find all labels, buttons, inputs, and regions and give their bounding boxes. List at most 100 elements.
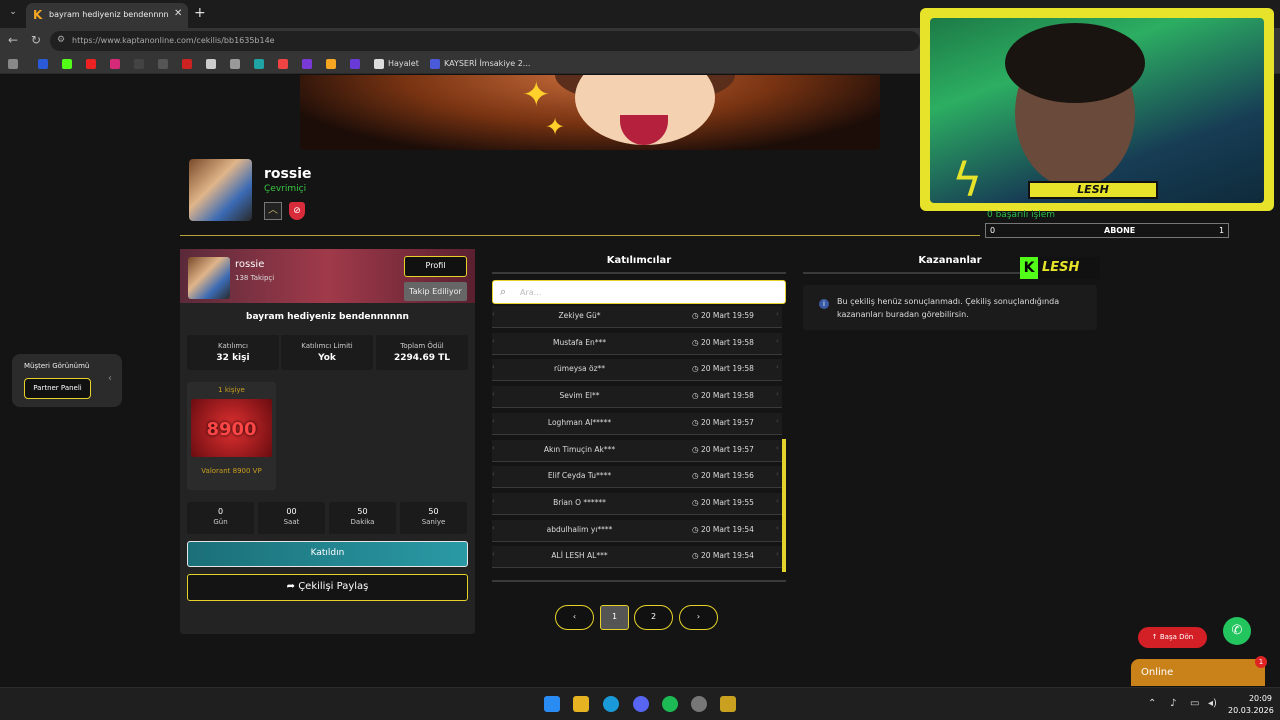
reload-icon[interactable]: ↻ (31, 33, 41, 47)
following-button[interactable]: Takip Ediliyor (404, 282, 467, 301)
customer-view-title: Müşteri Görünümü (24, 362, 90, 370)
participant-time: ◷ 20 Mart 19:58 (692, 338, 754, 347)
participant-time: ◷ 20 Mart 19:54 (692, 551, 754, 560)
volume-icon[interactable]: ◂) (1208, 698, 1217, 709)
stat-value: 32 kişi (216, 353, 250, 363)
row-right-chevron-icon: ‹ (776, 336, 779, 345)
card-header: rossie 138 Takipçi Profil Takip Ediliyor (180, 249, 475, 303)
rank-chevron-icon: ︿ (264, 202, 282, 220)
row-right-chevron-icon: ‹ (776, 363, 779, 372)
clock-icon: ◷ (692, 551, 701, 561)
partner-panel-button[interactable]: Partner Paneli (24, 378, 91, 399)
kaptan-bookmark-icon[interactable] (326, 59, 336, 69)
tab-list-icon[interactable]: ⌄ (6, 7, 20, 21)
clock-icon: ◷ (692, 391, 701, 401)
twitch-bookmark-icon[interactable] (302, 59, 312, 69)
new-tab-icon[interactable]: + (194, 5, 206, 21)
next-page-button[interactable]: › (679, 605, 718, 630)
clock-icon: ◷ (692, 471, 701, 481)
participant-search-input[interactable]: ⌕ Ara... (492, 280, 786, 304)
file-explorer-icon[interactable] (573, 696, 589, 712)
os-taskbar: ⌃ ♪ ▭ ◂) 20:09 20.03.2026 (0, 687, 1280, 720)
stat-label: Katılımcı Limiti (301, 342, 353, 350)
youtube-bookmark-icon[interactable] (86, 59, 96, 69)
back-icon[interactable]: ← (8, 33, 18, 47)
discord-icon[interactable] (633, 696, 649, 712)
bookmark-w-icon[interactable] (374, 59, 384, 69)
follower-count: 138 Takipçi (235, 274, 275, 282)
page-1-button[interactable]: 1 (600, 605, 629, 630)
search-icon: ⌕ (500, 285, 507, 298)
apps-bookmark-icon[interactable] (8, 59, 18, 69)
streamer-hair (1005, 23, 1145, 103)
kick-bookmark-icon[interactable] (62, 59, 72, 69)
x-bookmark-icon[interactable] (158, 59, 168, 69)
online-status: Çevrimiçi (264, 184, 307, 194)
bookmark-diamond-icon[interactable] (206, 59, 216, 69)
instagram-bookmark-icon[interactable] (110, 59, 120, 69)
bookmark-imsakiye[interactable]: KAYSERİ İmsakiye 2... (444, 59, 530, 68)
bookmark-r-icon[interactable] (38, 59, 48, 69)
settings-gear-icon[interactable] (691, 696, 707, 712)
whatsapp-icon[interactable]: ✆ (1223, 617, 1251, 645)
edge-icon[interactable] (603, 696, 619, 712)
participant-time: ◷ 20 Mart 19:57 (692, 445, 754, 454)
prize-count: 1 kişiye (218, 386, 245, 394)
share-label: Çekilişi Paylaş (298, 581, 369, 592)
participants-bottom-divider (492, 580, 786, 582)
joined-button[interactable]: Katıldın (187, 541, 468, 567)
prize-card[interactable]: 1 kişiye 8900 Valorant 8900 VP (187, 382, 276, 490)
countdown-seconds: 50 Saniye (400, 502, 467, 534)
participant-time-text: 20 Mart 19:56 (700, 471, 754, 481)
participant-name: Elif Ceyda Tu**** (547, 471, 612, 481)
browser-tab[interactable]: K bayram hediyeniz bendennnnnn - K ✕ (26, 3, 188, 28)
tiktok-bookmark-icon[interactable] (134, 59, 144, 69)
spotify-icon[interactable] (662, 696, 678, 712)
shield-badge-icon: ⊘ (289, 202, 305, 220)
participant-time: ◷ 20 Mart 19:59 (692, 311, 754, 320)
system-clock[interactable]: 20:09 20.03.2026 (1228, 693, 1274, 717)
card-avatar[interactable] (188, 257, 230, 299)
sparkle-icon: ✦ (522, 75, 551, 115)
prev-page-button[interactable]: ‹ (555, 605, 594, 630)
stat-value: 2294.69 TL (394, 353, 450, 363)
tray-chevron-icon[interactable]: ⌃ (1148, 698, 1156, 709)
network-icon[interactable]: ▭ (1190, 698, 1199, 709)
online-chat-widget[interactable]: Online (1131, 659, 1265, 686)
countdown-unit: Saniye (421, 518, 446, 526)
stat-total-prize: Toplam Ödül 2294.69 TL (376, 335, 468, 370)
bookmark-purple-icon[interactable] (350, 59, 360, 69)
bookmark-red-icon[interactable] (182, 59, 192, 69)
profile-avatar[interactable] (189, 159, 252, 221)
participant-row: ‹ Sevim El** ◷ 20 Mart 19:58 ‹ (492, 386, 782, 409)
card-username: rossie (235, 259, 265, 270)
address-bar[interactable]: ⚙ https://www.kaptanonline.com/cekilis/b… (50, 31, 920, 51)
collapse-chevron-icon[interactable]: ‹ (108, 373, 112, 384)
site-favicon-icon: K (33, 8, 43, 22)
site-info-icon[interactable]: ⚙ (57, 35, 65, 45)
page-2-button[interactable]: 2 (634, 605, 673, 630)
bookmark-calendar-icon[interactable] (430, 59, 440, 69)
sub-goal-label: ABONE (1104, 226, 1136, 235)
bookmark-hayalet[interactable]: Hayalet (388, 59, 419, 68)
countdown-unit: Dakika (350, 518, 375, 526)
clock-time: 20:09 (1248, 694, 1272, 703)
close-tab-icon[interactable]: ✕ (174, 8, 182, 19)
participant-row: ‹ Akın Timuçin Ak*** ◷ 20 Mart 19:57 ‹ (492, 439, 782, 462)
row-right-chevron-icon: ‹ (776, 496, 779, 505)
clock-icon: ◷ (692, 311, 701, 320)
profile-button[interactable]: Profil (404, 256, 467, 277)
back-to-top-button[interactable]: ↑ Başa Dön (1138, 627, 1207, 648)
countdown-unit: Gün (213, 518, 228, 526)
list-scrollbar[interactable] (782, 439, 786, 572)
participant-time-text: 20 Mart 19:54 (700, 524, 754, 534)
share-giveaway-button[interactable]: ➦ Çekilişi Paylaş (187, 574, 468, 601)
participant-row: ‹ Loghman Al***** ◷ 20 Mart 19:57 ‹ (492, 412, 782, 435)
bookmark-gear-icon[interactable] (230, 59, 240, 69)
windows-start-icon[interactable] (544, 696, 560, 712)
microphone-icon[interactable]: ♪ (1170, 698, 1176, 709)
bookmark-teal-icon[interactable] (254, 59, 264, 69)
bookmark-record-icon[interactable] (278, 59, 288, 69)
kick-lesh-logo: K LESH (1020, 257, 1100, 279)
game-launcher-icon[interactable] (720, 696, 736, 712)
